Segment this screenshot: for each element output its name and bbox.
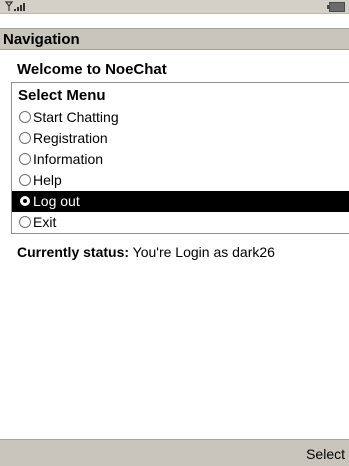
menu-item-exit[interactable]: Exit	[12, 212, 349, 233]
menu-item-label: Registration	[33, 130, 108, 146]
menu-item-registration[interactable]: Registration	[12, 128, 349, 149]
menu-item-label: Help	[33, 172, 62, 188]
radio-unchecked-icon[interactable]	[19, 111, 31, 123]
radio-unchecked-icon[interactable]	[19, 132, 31, 144]
welcome-text: Welcome to NoeChat	[17, 61, 167, 78]
radio-dot-icon	[23, 199, 27, 203]
battery-icon	[327, 2, 345, 12]
menu-item-label: Exit	[33, 214, 57, 230]
phone-status-bar	[0, 0, 349, 14]
radio-unchecked-icon[interactable]	[19, 153, 31, 165]
radio-unchecked-icon[interactable]	[19, 216, 31, 228]
menu-title: Select Menu	[18, 87, 106, 104]
title-bar: Navigation	[0, 28, 349, 50]
menu-item-label: Log out	[33, 193, 80, 209]
signal-strength-icon	[5, 1, 25, 11]
select-menu-group: Select Menu Start Chatting Registration …	[11, 82, 349, 234]
select-softkey[interactable]: Select	[306, 446, 345, 462]
status-value: You're Login as dark26	[132, 244, 275, 260]
menu-item-label: Information	[33, 151, 104, 167]
radio-unchecked-icon[interactable]	[19, 174, 31, 186]
radio-checked-icon[interactable]	[19, 195, 31, 207]
menu-item-information[interactable]: Information	[12, 149, 349, 170]
menu-item-log-out[interactable]: Log out	[12, 191, 349, 212]
status-label: Currently status:	[17, 244, 130, 260]
login-status: Currently status: You're Login as dark26	[17, 242, 275, 262]
menu-item-label: Start Chatting	[33, 109, 119, 125]
menu-item-help[interactable]: Help	[12, 170, 349, 191]
softkey-bar: Select	[0, 439, 349, 466]
menu-item-start-chatting[interactable]: Start Chatting	[12, 107, 349, 128]
